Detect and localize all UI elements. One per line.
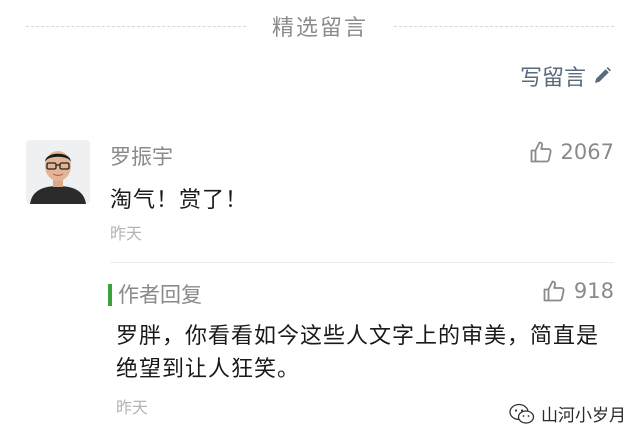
pencil-icon <box>592 66 612 86</box>
wechat-icon <box>509 403 535 425</box>
thumbs-up-icon <box>529 140 553 164</box>
reply-like-button[interactable]: 918 <box>542 279 614 303</box>
section-title: 精选留言 <box>271 16 368 41</box>
commenter-name: 罗振宇 <box>110 145 173 169</box>
write-comment-button[interactable]: 写留言 <box>520 60 612 92</box>
write-comment-label: 写留言 <box>519 66 586 91</box>
comment-text: 淘气！赏了！ <box>110 188 249 213</box>
watermark: 山河小岁月 <box>509 401 626 426</box>
comment-time: 昨天 <box>110 224 143 243</box>
watermark-text: 山河小岁月 <box>541 406 626 426</box>
comment-like-button[interactable]: 2067 <box>529 140 614 164</box>
section-divider-right <box>394 26 614 27</box>
thumbs-up-icon <box>542 279 566 303</box>
reply-like-count: 918 <box>573 279 614 303</box>
avatar[interactable] <box>26 140 90 204</box>
reply-divider <box>110 262 614 263</box>
comment-like-count: 2067 <box>560 140 614 164</box>
reply-indicator-bar <box>108 284 112 306</box>
reply-label: 作者回复 <box>118 283 202 307</box>
section-header: 精选留言 <box>0 0 640 48</box>
reply-text: 罗胖，你看看如今这些人文字上的审美，简直是绝望到让人狂笑。 <box>116 324 600 382</box>
section-divider-left <box>26 26 246 27</box>
reply-time: 昨天 <box>116 398 149 417</box>
